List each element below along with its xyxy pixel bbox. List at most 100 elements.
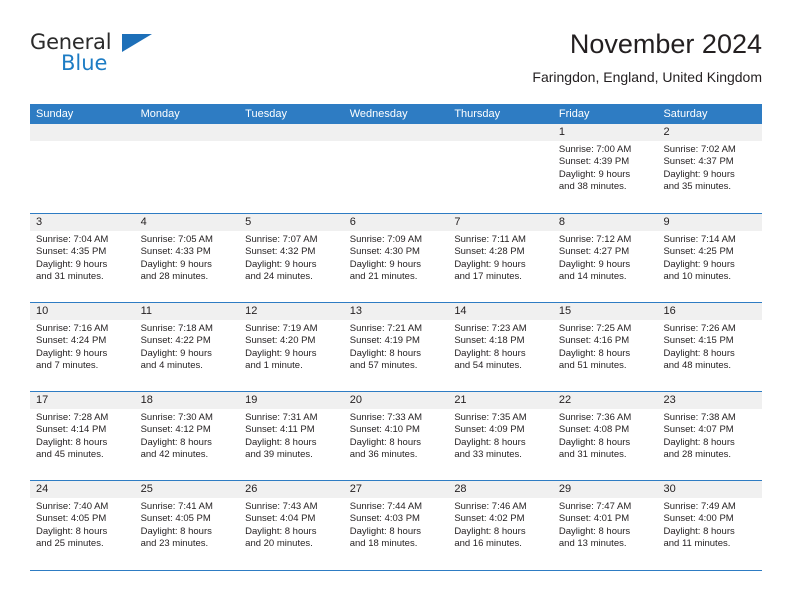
- calendar-day-cell[interactable]: 21 Sunrise: 7:35 AM Sunset: 4:09 PM Dayl…: [448, 392, 553, 480]
- day-details: Sunrise: 7:36 AM Sunset: 4:08 PM Dayligh…: [553, 409, 658, 462]
- day-number: [30, 124, 135, 141]
- day-number: 9: [657, 214, 763, 231]
- daylight-text-line1: Daylight: 8 hours: [349, 347, 422, 359]
- day-number: 18: [134, 392, 240, 409]
- page-header: General Blue November 2024 Faringdon, En…: [30, 28, 762, 96]
- day-details: Sunrise: 7:33 AM Sunset: 4:10 PM Dayligh…: [344, 409, 449, 462]
- day-number: 17: [30, 392, 135, 409]
- day-number: 5: [239, 214, 344, 231]
- daylight-text-line1: Daylight: 9 hours: [663, 168, 735, 180]
- calendar-day-cell[interactable]: 13 Sunrise: 7:21 AM Sunset: 4:19 PM Dayl…: [343, 303, 449, 391]
- calendar-day-cell[interactable]: 8 Sunrise: 7:12 AM Sunset: 4:27 PM Dayli…: [552, 214, 658, 302]
- page-title: November 2024: [569, 29, 762, 59]
- calendar-day-cell[interactable]: 3 Sunrise: 7:04 AM Sunset: 4:35 PM Dayli…: [30, 214, 135, 302]
- daylight-text-line2: and 4 minutes.: [140, 360, 203, 372]
- sunrise-text: Sunrise: 7:16 AM: [36, 323, 109, 334]
- calendar-day-cell[interactable]: 9 Sunrise: 7:14 AM Sunset: 4:25 PM Dayli…: [657, 214, 763, 302]
- daylight-text-line2: and 31 minutes.: [558, 449, 627, 461]
- sunrise-text: Sunrise: 7:21 AM: [349, 323, 423, 334]
- day-details: Sunrise: 7:43 AM Sunset: 4:04 PM Dayligh…: [239, 498, 344, 551]
- day-number: 30: [657, 481, 763, 498]
- day-number: 21: [448, 392, 553, 409]
- sunset-text: Sunset: 4:07 PM: [663, 424, 734, 436]
- sunrise-text: Sunrise: 7:25 AM: [558, 323, 632, 334]
- calendar-day-cell[interactable]: 14 Sunrise: 7:23 AM Sunset: 4:18 PM Dayl…: [448, 303, 553, 391]
- sunrise-text: Sunrise: 7:11 AM: [454, 234, 526, 245]
- sunset-text: Sunset: 4:15 PM: [663, 335, 734, 347]
- daylight-text-line1: Daylight: 8 hours: [349, 436, 422, 448]
- daylight-text-line2: and 35 minutes.: [663, 181, 732, 193]
- calendar-day-cell[interactable]: 30 Sunrise: 7:49 AM Sunset: 4:00 PM Dayl…: [657, 481, 763, 570]
- sunset-text: Sunset: 4:37 PM: [663, 156, 734, 168]
- daylight-text-line1: Daylight: 8 hours: [349, 525, 422, 537]
- day-details: Sunrise: 7:11 AM Sunset: 4:28 PM Dayligh…: [448, 231, 553, 284]
- day-number: 11: [134, 303, 240, 320]
- daylight-text-line1: Daylight: 8 hours: [558, 436, 631, 448]
- daylight-text-line2: and 42 minutes.: [140, 449, 209, 461]
- calendar-day-cell[interactable]: 12 Sunrise: 7:19 AM Sunset: 4:20 PM Dayl…: [239, 303, 344, 391]
- calendar-day-cell[interactable]: 15 Sunrise: 7:25 AM Sunset: 4:16 PM Dayl…: [552, 303, 658, 391]
- calendar-day-cell[interactable]: 20 Sunrise: 7:33 AM Sunset: 4:10 PM Dayl…: [343, 392, 449, 480]
- sunset-text: Sunset: 4:25 PM: [663, 246, 734, 258]
- calendar-day-cell[interactable]: 17 Sunrise: 7:28 AM Sunset: 4:14 PM Dayl…: [30, 392, 135, 480]
- calendar-day-cell[interactable]: 22 Sunrise: 7:36 AM Sunset: 4:08 PM Dayl…: [552, 392, 658, 480]
- calendar-day-cell[interactable]: 28 Sunrise: 7:46 AM Sunset: 4:02 PM Dayl…: [448, 481, 553, 570]
- calendar-day-cell[interactable]: 26 Sunrise: 7:43 AM Sunset: 4:04 PM Dayl…: [239, 481, 344, 570]
- day-number: 4: [134, 214, 240, 231]
- day-number: 27: [343, 481, 449, 498]
- day-details: Sunrise: 7:05 AM Sunset: 4:33 PM Dayligh…: [135, 231, 240, 284]
- daylight-text-line1: Daylight: 8 hours: [454, 436, 526, 448]
- day-number: 26: [239, 481, 344, 498]
- calendar-day-cell[interactable]: 27 Sunrise: 7:44 AM Sunset: 4:03 PM Dayl…: [343, 481, 449, 570]
- day-details: Sunrise: 7:49 AM Sunset: 4:00 PM Dayligh…: [657, 498, 762, 551]
- calendar-day-cell[interactable]: 29 Sunrise: 7:47 AM Sunset: 4:01 PM Dayl…: [552, 481, 658, 570]
- sunrise-text: Sunrise: 7:33 AM: [349, 412, 423, 423]
- calendar-day-cell[interactable]: 11 Sunrise: 7:18 AM Sunset: 4:22 PM Dayl…: [134, 303, 240, 391]
- calendar-day-cell[interactable]: 4 Sunrise: 7:05 AM Sunset: 4:33 PM Dayli…: [134, 214, 240, 302]
- sunrise-text: Sunrise: 7:28 AM: [36, 412, 109, 423]
- sunrise-text: Sunrise: 7:02 AM: [663, 144, 736, 155]
- calendar-day-cell[interactable]: 6 Sunrise: 7:09 AM Sunset: 4:30 PM Dayli…: [343, 214, 449, 302]
- calendar-day-cell[interactable]: 2 Sunrise: 7:02 AM Sunset: 4:37 PM Dayli…: [657, 124, 763, 213]
- daylight-text-line1: Daylight: 8 hours: [140, 525, 212, 537]
- calendar-day-cell[interactable]: 25 Sunrise: 7:41 AM Sunset: 4:05 PM Dayl…: [134, 481, 240, 570]
- calendar-day-cell[interactable]: 7 Sunrise: 7:11 AM Sunset: 4:28 PM Dayli…: [448, 214, 553, 302]
- calendar-week-row: 17 Sunrise: 7:28 AM Sunset: 4:14 PM Dayl…: [30, 391, 763, 480]
- calendar-day-cell: [30, 124, 135, 213]
- daylight-text-line1: Daylight: 9 hours: [245, 347, 317, 359]
- calendar-day-cell[interactable]: 5 Sunrise: 7:07 AM Sunset: 4:32 PM Dayli…: [239, 214, 344, 302]
- weekday-header-thursday: Thursday: [454, 108, 501, 120]
- daylight-text-line1: Daylight: 9 hours: [36, 347, 108, 359]
- sunset-text: Sunset: 4:02 PM: [454, 513, 525, 525]
- calendar-week-row: 3 Sunrise: 7:04 AM Sunset: 4:35 PM Dayli…: [30, 213, 763, 302]
- calendar-day-cell[interactable]: 18 Sunrise: 7:30 AM Sunset: 4:12 PM Dayl…: [134, 392, 240, 480]
- daylight-text-line2: and 7 minutes.: [36, 360, 99, 372]
- calendar-day-cell[interactable]: 16 Sunrise: 7:26 AM Sunset: 4:15 PM Dayl…: [657, 303, 763, 391]
- daylight-text-line2: and 36 minutes.: [349, 449, 418, 461]
- day-number: [134, 124, 240, 141]
- daylight-text-line2: and 45 minutes.: [36, 449, 104, 461]
- sunrise-text: Sunrise: 7:36 AM: [558, 412, 632, 423]
- sunrise-text: Sunrise: 7:30 AM: [140, 412, 213, 423]
- daylight-text-line2: and 33 minutes.: [454, 449, 522, 461]
- general-blue-logo[interactable]: General Blue: [30, 32, 152, 80]
- daylight-text-line2: and 16 minutes.: [454, 538, 522, 550]
- day-details: Sunrise: 7:41 AM Sunset: 4:05 PM Dayligh…: [135, 498, 240, 551]
- calendar-day-cell[interactable]: 19 Sunrise: 7:31 AM Sunset: 4:11 PM Dayl…: [239, 392, 344, 480]
- daylight-text-line2: and 23 minutes.: [140, 538, 209, 550]
- daylight-text-line1: Daylight: 8 hours: [245, 525, 317, 537]
- logo-text-blue: Blue: [61, 51, 108, 75]
- calendar-day-cell[interactable]: 1 Sunrise: 7:00 AM Sunset: 4:39 PM Dayli…: [552, 124, 658, 213]
- sunrise-text: Sunrise: 7:18 AM: [140, 323, 213, 334]
- calendar-day-cell[interactable]: 23 Sunrise: 7:38 AM Sunset: 4:07 PM Dayl…: [657, 392, 763, 480]
- daylight-text-line1: Daylight: 9 hours: [140, 258, 212, 270]
- daylight-text-line1: Daylight: 9 hours: [558, 168, 631, 180]
- day-details: Sunrise: 7:31 AM Sunset: 4:11 PM Dayligh…: [239, 409, 344, 462]
- sunset-text: Sunset: 4:10 PM: [349, 424, 420, 436]
- daylight-text-line2: and 31 minutes.: [36, 271, 104, 283]
- logo-triangle-icon: [122, 34, 152, 52]
- daylight-text-line2: and 21 minutes.: [349, 271, 418, 283]
- calendar-day-cell[interactable]: 24 Sunrise: 7:40 AM Sunset: 4:05 PM Dayl…: [30, 481, 135, 570]
- sunset-text: Sunset: 4:12 PM: [140, 424, 211, 436]
- calendar-day-cell[interactable]: 10 Sunrise: 7:16 AM Sunset: 4:24 PM Dayl…: [30, 303, 135, 391]
